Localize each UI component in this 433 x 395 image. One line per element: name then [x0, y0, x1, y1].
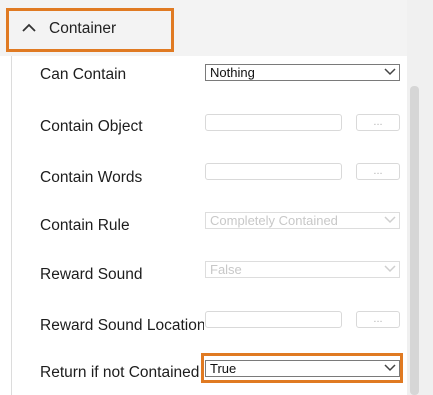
label-reward-sound-location: Reward Sound Location — [40, 317, 204, 334]
chevron-down-icon — [384, 265, 396, 273]
select-value: False — [210, 262, 242, 277]
select-value: Completely Contained — [210, 213, 338, 228]
contain-words-input[interactable] — [205, 163, 342, 180]
label-can-contain: Can Contain — [40, 66, 127, 83]
label-return-if-not-contained: Return if not Contained — [40, 364, 200, 381]
select-value: Nothing — [210, 65, 255, 80]
contain-object-input[interactable] — [205, 114, 342, 131]
contain-words-browse-button[interactable]: ... — [356, 163, 400, 180]
label-reward-sound: Reward Sound — [40, 266, 143, 283]
chevron-down-icon — [384, 216, 396, 224]
label-contain-words: Contain Words — [40, 169, 143, 186]
scrollbar-thumb[interactable] — [410, 86, 419, 395]
header-highlight-box — [6, 8, 174, 52]
left-rail-divider — [11, 56, 12, 395]
reward-sound-location-browse-button[interactable]: ... — [356, 311, 400, 328]
property-panel: Container Can Contain Nothing Contain Ob… — [0, 0, 433, 395]
field-highlight-box — [201, 353, 403, 383]
reward-sound-select[interactable]: False — [205, 261, 400, 278]
contain-rule-select[interactable]: Completely Contained — [205, 212, 400, 229]
chevron-down-icon — [384, 68, 396, 76]
can-contain-select[interactable]: Nothing — [205, 64, 400, 81]
contain-object-browse-button[interactable]: ... — [356, 114, 400, 131]
label-contain-rule: Contain Rule — [40, 217, 130, 234]
reward-sound-location-input[interactable] — [205, 311, 342, 328]
label-contain-object: Contain Object — [40, 118, 143, 135]
